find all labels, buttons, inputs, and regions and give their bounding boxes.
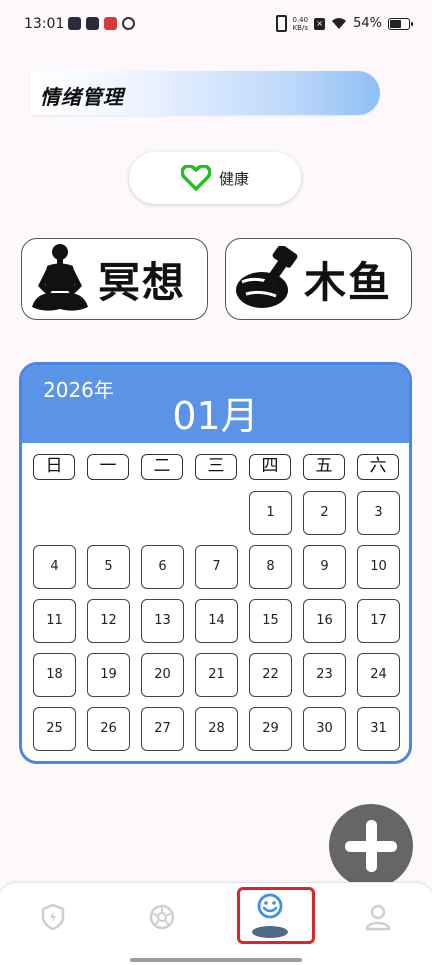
calendar-month: 01月 [172, 394, 259, 438]
meditation-button[interactable]: 冥想 [21, 238, 208, 320]
nav-item-shield[interactable] [31, 895, 75, 939]
calendar-day[interactable]: 31 [357, 707, 400, 751]
health-label: 健康 [218, 169, 249, 188]
home-indicator[interactable] [130, 958, 302, 962]
calendar-day[interactable]: 6 [141, 545, 184, 589]
wooden-fish-button[interactable]: 木鱼 [225, 238, 412, 320]
calendar-day[interactable]: 18 [33, 653, 76, 697]
calendar-day[interactable]: 3 [357, 491, 400, 535]
status-right: 0.40 KB/s × 54% [275, 15, 413, 32]
page-title: 情绪管理 [40, 85, 124, 109]
health-button[interactable]: 健康 [129, 152, 301, 204]
calendar-day[interactable]: 13 [141, 599, 184, 643]
wifi-icon [332, 18, 347, 29]
status-time: 13:01 [24, 16, 65, 32]
calendar-day[interactable]: 9 [303, 545, 346, 589]
net-speed-unit: KB/s [292, 23, 308, 32]
vibrate-icon [275, 15, 287, 32]
notification-app-icon [68, 17, 81, 30]
calendar-day[interactable]: 11 [33, 599, 76, 643]
person-icon [365, 904, 391, 931]
calendar-day[interactable]: 25 [33, 707, 76, 751]
calendar-day[interactable]: 1 [249, 491, 292, 535]
weekday-header: 四 [249, 454, 291, 480]
net-speed: 0.40 KB/s [293, 16, 309, 32]
calendar-day[interactable]: 29 [249, 707, 292, 751]
calendar-day[interactable]: 28 [195, 707, 238, 751]
aperture-icon [149, 904, 175, 930]
calendar-day[interactable]: 4 [33, 545, 76, 589]
calendar-day[interactable]: 2 [303, 491, 346, 535]
weekday-header: 三 [195, 454, 237, 480]
calendar-day[interactable]: 19 [87, 653, 130, 697]
meditation-label: 冥想 [98, 257, 187, 307]
calendar-day[interactable]: 17 [357, 599, 400, 643]
bottom-nav [0, 882, 432, 965]
weekday-header: 六 [357, 454, 399, 480]
weekday-header: 二 [141, 454, 183, 480]
nav-item-profile[interactable] [356, 895, 400, 939]
calendar-day[interactable]: 20 [141, 653, 184, 697]
shield-icon [41, 903, 65, 931]
calendar-day[interactable]: 21 [195, 653, 238, 697]
mail-icon [86, 17, 99, 30]
calendar-day[interactable]: 8 [249, 545, 292, 589]
wooden-fish-mallet-icon [236, 246, 298, 308]
active-nav-highlight [237, 887, 315, 944]
calendar-day[interactable]: 14 [195, 599, 238, 643]
meditation-person-icon [32, 244, 88, 311]
calendar-day[interactable]: 26 [87, 707, 130, 751]
calendar-day[interactable]: 30 [303, 707, 346, 751]
heart-icon [180, 165, 211, 191]
weekday-header: 五 [303, 454, 345, 480]
weekday-header: 一 [87, 454, 129, 480]
header-banner: 情绪管理 [30, 71, 380, 115]
calendar: 2026年 01月 日一二三四五六 1 2 3 4 5 6 7 8 9 10 11 12 13 14 15 16… [19, 362, 412, 764]
wooden-fish-label: 木鱼 [304, 257, 393, 307]
calendar-day[interactable]: 7 [195, 545, 238, 589]
calendar-day[interactable]: 15 [249, 599, 292, 643]
calendar-day[interactable]: 27 [141, 707, 184, 751]
sync-icon [122, 17, 135, 30]
calendar-day[interactable]: 22 [249, 653, 292, 697]
net-speed-value: 0.40 [292, 15, 309, 24]
calendar-day[interactable]: 10 [357, 545, 400, 589]
calendar-header: 2026年 01月 [22, 365, 409, 443]
battery-percent: 54% [353, 16, 382, 31]
weekday-header: 日 [33, 454, 75, 480]
nav-item-discover[interactable] [140, 895, 184, 939]
calendar-day[interactable]: 5 [87, 545, 130, 589]
no-sim-icon: × [314, 17, 326, 30]
calendar-day[interactable]: 12 [87, 599, 130, 643]
notification-icons [68, 17, 135, 30]
battery-icon [388, 17, 413, 30]
calendar-day[interactable]: 23 [303, 653, 346, 697]
add-button[interactable] [329, 804, 413, 888]
calendar-day[interactable]: 16 [303, 599, 346, 643]
news-app-icon [104, 17, 117, 30]
status-bar: 13:01 0.40 KB/s × 54% [0, 0, 432, 50]
calendar-day[interactable]: 24 [357, 653, 400, 697]
